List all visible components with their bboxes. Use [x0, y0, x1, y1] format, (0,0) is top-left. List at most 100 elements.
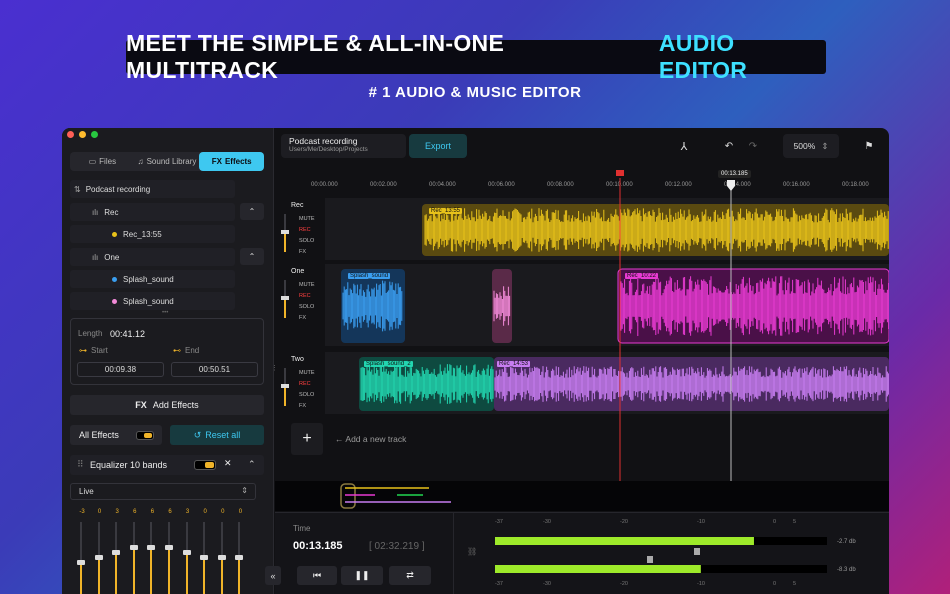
collapse-rec-button[interactable]: ⌃ [240, 203, 264, 220]
start-marker-icon: ⊶ [79, 346, 87, 355]
add-track-button[interactable]: + [291, 423, 323, 455]
eq-band-knob[interactable] [147, 545, 156, 550]
pause-button[interactable]: ❚❚ [341, 566, 383, 585]
music-icon: ♫ [137, 157, 144, 166]
playhead-handle [727, 180, 735, 191]
eq-band-slider[interactable] [182, 522, 191, 594]
collapse-sidebar-button[interactable]: « [265, 566, 281, 585]
eq-band-knob[interactable] [165, 545, 173, 550]
minimize-window-button[interactable] [79, 131, 86, 138]
track-rec-button[interactable]: REC [299, 381, 311, 387]
tab-sound-library[interactable]: ♫ Sound Library [135, 152, 200, 171]
eq-band-slider[interactable] [200, 522, 209, 594]
skip-back-button[interactable]: ⏮ [297, 566, 337, 585]
close-window-button[interactable] [67, 131, 74, 138]
all-effects-label: All Effects [79, 430, 119, 440]
overview-strip[interactable] [275, 481, 889, 511]
track-volume-slider[interactable] [281, 368, 289, 406]
track-rec-button[interactable]: REC [299, 293, 311, 299]
eq-preset-select[interactable]: Live ⇕ [70, 483, 256, 500]
tree-clip-rec[interactable]: Rec_13:55 [70, 225, 235, 243]
timeline [325, 170, 889, 481]
eq-band-value: 6 [150, 509, 155, 515]
tree-clip-splash-1-label: Splash_sound [123, 274, 174, 284]
equalizer-toggle[interactable] [194, 460, 216, 470]
meter-scale-label: 5 [793, 519, 796, 525]
eq-band-knob[interactable] [77, 560, 85, 565]
project-row[interactable]: ⇅ Podcast recording [70, 180, 235, 198]
drag-handle-icon[interactable]: ⠿ [77, 459, 84, 470]
eq-band-fill [185, 553, 188, 594]
tree-track-rec[interactable]: ılı Rec [70, 203, 235, 221]
eq-band-knob[interactable] [182, 550, 191, 555]
zoom-window-button[interactable] [91, 131, 98, 138]
track-mute-button[interactable]: MUTE [299, 216, 315, 222]
track-solo-button[interactable]: SOLO [299, 304, 314, 310]
start-time-field[interactable]: 00:09.38 [77, 362, 164, 377]
eq-band-knob[interactable] [129, 545, 138, 550]
end-time-field[interactable]: 00:50.51 [171, 362, 258, 377]
track-mute-button[interactable]: MUTE [299, 370, 315, 376]
eq-band-slider[interactable] [112, 522, 121, 594]
track-fx-button[interactable]: FX [299, 403, 306, 409]
eq-band-knob[interactable] [217, 555, 226, 560]
track-solo-button[interactable]: SOLO [299, 392, 314, 398]
track-volume-knob[interactable] [281, 296, 289, 300]
length-label: Length [78, 329, 103, 338]
meter-scale-label: -37 [495, 519, 503, 525]
eq-band-slider[interactable] [165, 522, 173, 594]
track-solo-button[interactable]: SOLO [299, 238, 314, 244]
track-volume-slider[interactable] [281, 214, 289, 252]
eq-band-slider[interactable] [147, 522, 156, 594]
resize-handle[interactable]: ••• [162, 310, 168, 316]
eq-band-slider[interactable] [129, 522, 138, 594]
end-marker-icon: ⊷ [173, 346, 181, 355]
meter-scale-label: 5 [793, 581, 796, 587]
eq-band-slider[interactable] [77, 522, 85, 594]
track-volume-slider[interactable] [281, 280, 289, 318]
eq-band-fill [97, 558, 100, 594]
collapse-one-button[interactable]: ⌃ [240, 248, 264, 265]
remove-effect-icon[interactable]: ✕ [224, 458, 232, 469]
tree-track-one[interactable]: ılı One [70, 248, 235, 266]
eq-band-knob[interactable] [235, 555, 244, 560]
add-track-hint: ← Add a new track [335, 434, 406, 444]
meter-scale-label: -10 [697, 581, 705, 587]
tab-effects[interactable]: FX Effects [199, 152, 265, 171]
tree-clip-splash-2[interactable]: Splash_sound [70, 292, 235, 310]
project-name: Podcast recording [85, 184, 151, 194]
chevrons-left-icon: « [270, 570, 276, 581]
loop-button[interactable]: ⇄ [389, 566, 431, 585]
eq-band-slider[interactable] [235, 522, 244, 594]
tab-files[interactable]: ▭ Files [70, 152, 135, 171]
equalizer-name: Equalizer 10 bands [90, 460, 168, 470]
reset-all-button[interactable]: ↺ Reset all [170, 425, 264, 445]
start-label: Start [91, 346, 108, 355]
chevron-up-icon[interactable]: ⌃ [248, 459, 256, 470]
level-meters: -37 -30 -20 -10 0 5 -37 -30 -20 -10 0 5 -2.7 db -8.3 … [495, 519, 856, 587]
clip-label-splash: Splash_sound [348, 273, 391, 279]
eq-band-slider[interactable] [94, 522, 103, 594]
track-name: One [291, 268, 305, 275]
track-volume-knob[interactable] [281, 384, 289, 388]
eq-band-knob[interactable] [200, 555, 209, 560]
add-effects-button[interactable]: FX Add Effects [70, 395, 264, 415]
tree-clip-splash-1[interactable]: Splash_sound [70, 270, 235, 288]
track-name: Two [291, 356, 304, 363]
selection-panel: Length 00:41.12 ⊶ Start ⊷ End 00:09.38 0… [70, 318, 264, 385]
all-effects-toggle[interactable] [136, 430, 154, 440]
eq-band-knob[interactable] [112, 550, 121, 555]
track-fx-button[interactable]: FX [299, 315, 306, 321]
eq-band-knob[interactable] [94, 555, 103, 560]
eq-band-slider[interactable] [217, 522, 226, 594]
hero-subtitle: # 1 AUDIO & MUSIC EDITOR [368, 84, 582, 101]
sidebar: ▭ Files ♫ Sound Library FX Effects ⇅ Podcas… [62, 128, 274, 594]
track-mute-button[interactable]: MUTE [299, 282, 315, 288]
add-effects-label: Add Effects [152, 400, 199, 410]
sidebar-resize-handle[interactable]: ⋮ [271, 364, 278, 372]
track-volume-knob[interactable] [281, 230, 289, 234]
track-fx-button[interactable]: FX [299, 249, 306, 255]
eq-band-fill [220, 558, 223, 594]
hero-title: MEET THE SIMPLE & ALL-IN-ONE MULTITRACK … [126, 30, 826, 83]
track-rec-button[interactable]: REC [299, 227, 311, 233]
